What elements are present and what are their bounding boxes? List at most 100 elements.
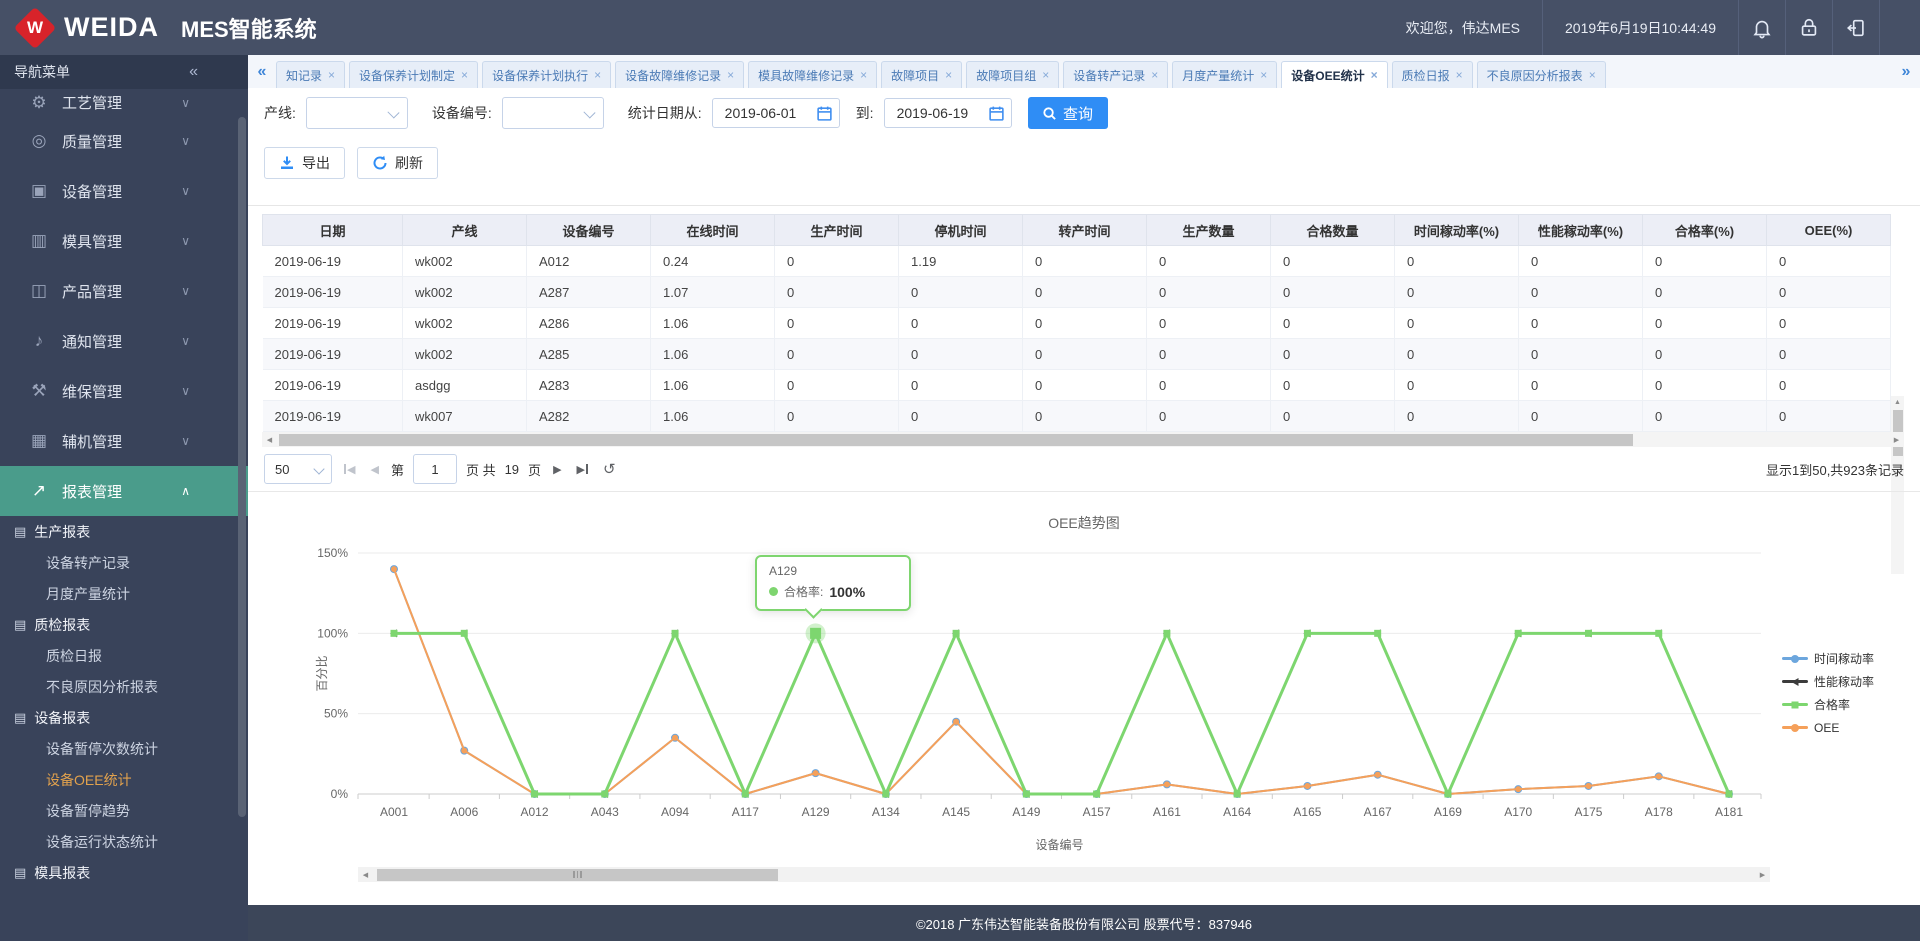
sidebar-item-设备OEE统计[interactable]: 设备OEE统计 (0, 764, 248, 795)
column-header-合格率(%)[interactable]: 合格率(%) (1642, 214, 1767, 246)
tab-scroll-right-icon[interactable]: » (1892, 63, 1920, 81)
tab-scroll-left-icon[interactable]: « (248, 63, 276, 81)
table-horizontal-scrollbar[interactable]: ◀ ▶ (262, 432, 1904, 447)
column-header-停机时间[interactable]: 停机时间 (898, 214, 1023, 246)
sidebar-item-质检日报[interactable]: 质检日报 (0, 640, 248, 671)
scroll-track[interactable] (277, 432, 1889, 447)
sidebar-item-不良原因分析报表[interactable]: 不良原因分析报表 (0, 671, 248, 702)
tab-close-icon[interactable]: × (1151, 68, 1158, 82)
page-number-input[interactable] (412, 454, 457, 484)
scroll-up-icon[interactable]: ▲ (1891, 396, 1904, 409)
pager-refresh-icon[interactable]: ↺ (600, 460, 619, 478)
date-to-field[interactable] (883, 98, 1012, 128)
tab-close-icon[interactable]: × (461, 68, 468, 82)
tab-close-icon[interactable]: × (1589, 68, 1596, 82)
column-header-生产数量[interactable]: 生产数量 (1146, 214, 1271, 246)
oee-trend-chart[interactable]: 0% 50% 100% 150% A001 A006 A012 A043 A094 A117 A12… (310, 535, 1810, 865)
sidebar-item-设备转产记录[interactable]: 设备转产记录 (0, 547, 248, 578)
tab-故障项目[interactable]: 故障项目 × (881, 61, 963, 88)
table-row[interactable]: 2019-06-19 wk002 A286 1.06 0 0 0 0 0 0 0 0 0 (262, 307, 1891, 339)
tab-close-icon[interactable]: × (727, 68, 734, 82)
tab-close-icon[interactable]: × (1260, 68, 1267, 82)
horizontal-scroll-thumb[interactable] (279, 433, 1634, 446)
page-size-select[interactable]: 50 (264, 454, 332, 484)
sidebar-group-模具报表[interactable]: ▤ 模具报表 (0, 857, 248, 888)
tab-设备保养计划制定[interactable]: 设备保养计划制定 × (349, 61, 479, 88)
date-from-input[interactable] (722, 104, 811, 122)
next-page-button[interactable]: ▶ (550, 463, 564, 476)
scroll-right-icon[interactable]: ▶ (1889, 436, 1904, 444)
tab-故障项目组[interactable]: 故障项目组 × (966, 61, 1060, 88)
sidebar-group-质检报表[interactable]: ▤ 质检报表 (0, 609, 248, 640)
table-row[interactable]: 2019-06-19 wk007 A282 1.06 0 0 0 0 0 0 0 0 0 (262, 400, 1891, 432)
horizontal-scroll-thumb[interactable] (377, 868, 778, 881)
column-header-性能稼动率(%)[interactable]: 性能稼动率(%) (1518, 214, 1643, 246)
refresh-button[interactable]: 刷新 (357, 147, 438, 179)
logout-icon[interactable] (1833, 0, 1879, 55)
device-select[interactable] (501, 97, 604, 129)
sidebar-item-报表管理[interactable]: ↗ 报表管理 ∧ (0, 466, 248, 516)
tab-质检日报[interactable]: 质检日报 × (1391, 61, 1473, 88)
sidebar-item-工艺管理[interactable]: ⚙ 工艺管理 ∨ (0, 89, 248, 116)
tab-设备转产记录[interactable]: 设备转产记录 × (1063, 61, 1169, 88)
tab-设备故障维修记录[interactable]: 设备故障维修记录 × (615, 61, 745, 88)
column-header-在线时间[interactable]: 在线时间 (650, 214, 775, 246)
tab-close-icon[interactable]: × (594, 68, 601, 82)
column-header-日期[interactable]: 日期 (262, 214, 403, 246)
legend-item-时间稼动率[interactable]: 时间稼动率 (1782, 647, 1874, 670)
sidebar-group-设备报表[interactable]: ▤ 设备报表 (0, 702, 248, 733)
tab-设备OEE统计[interactable]: 设备OEE统计 × (1281, 61, 1388, 88)
sidebar-item-设备运行状态统计[interactable]: 设备运行状态统计 (0, 826, 248, 857)
sidebar-item-通知管理[interactable]: ♪ 通知管理 ∨ (0, 316, 248, 366)
table-row[interactable]: 2019-06-19 asdgg A283 1.06 0 0 0 0 0 0 0 0 0 (262, 369, 1891, 401)
table-row[interactable]: 2019-06-19 wk002 A285 1.06 0 0 0 0 0 0 0 0 0 (262, 338, 1891, 370)
tab-close-icon[interactable]: × (1456, 68, 1463, 82)
sidebar-group-生产报表[interactable]: ▤ 生产报表 (0, 516, 248, 547)
tab-知记录[interactable]: 知记录 × (276, 61, 346, 88)
tab-不良原因分析报表[interactable]: 不良原因分析报表 × (1476, 61, 1606, 88)
date-to-input[interactable] (894, 104, 983, 122)
tab-close-icon[interactable]: × (1042, 68, 1049, 82)
column-header-合格数量[interactable]: 合格数量 (1270, 214, 1395, 246)
sidebar-item-模具管理[interactable]: ▥ 模具管理 ∨ (0, 216, 248, 266)
sidebar-item-维保管理[interactable]: ⚒ 维保管理 ∨ (0, 366, 248, 416)
column-header-OEE(%)[interactable]: OEE(%) (1766, 214, 1891, 246)
legend-item-OEE[interactable]: OEE (1782, 716, 1874, 739)
tab-close-icon[interactable]: × (1371, 68, 1378, 82)
sidebar-item-辅机管理[interactable]: ▦ 辅机管理 ∨ (0, 416, 248, 466)
sidebar-item-设备暂停次数统计[interactable]: 设备暂停次数统计 (0, 733, 248, 764)
legend-item-合格率[interactable]: 合格率 (1782, 693, 1874, 716)
scroll-left-icon[interactable]: ◀ (262, 436, 277, 444)
table-row[interactable]: 2019-06-19 wk002 A012 0.24 0 1.19 0 0 0 0 0 0 0 (262, 245, 1891, 277)
date-from-field[interactable] (711, 98, 840, 128)
tab-设备保养计划执行[interactable]: 设备保养计划执行 × (482, 61, 612, 88)
column-header-生产时间[interactable]: 生产时间 (774, 214, 899, 246)
column-header-时间稼动率(%)[interactable]: 时间稼动率(%) (1394, 214, 1519, 246)
legend-item-性能稼动率[interactable]: 性能稼动率 (1782, 670, 1874, 693)
sidebar-item-设备管理[interactable]: ▣ 设备管理 ∨ (0, 166, 248, 216)
scroll-track[interactable] (373, 867, 1755, 882)
sidebar-collapse-icon[interactable]: « (189, 63, 198, 81)
column-header-转产时间[interactable]: 转产时间 (1022, 214, 1147, 246)
lock-screen-icon[interactable] (1786, 0, 1832, 55)
tab-close-icon[interactable]: × (328, 68, 335, 82)
sidebar-item-月度产量统计[interactable]: 月度产量统计 (0, 578, 248, 609)
sidebar-item-产品管理[interactable]: ◫ 产品管理 ∨ (0, 266, 248, 316)
last-page-button[interactable]: ▶ (574, 463, 591, 476)
table-row[interactable]: 2019-06-19 wk002 A287 1.07 0 0 0 0 0 0 0 0 0 (262, 276, 1891, 308)
chart-horizontal-scrollbar[interactable]: ◀ ▶ (358, 867, 1770, 882)
prev-page-button[interactable]: ◀ (367, 463, 381, 476)
sidebar-item-设备暂停趋势[interactable]: 设备暂停趋势 (0, 795, 248, 826)
column-header-产线[interactable]: 产线 (402, 214, 527, 246)
export-button[interactable]: 导出 (264, 147, 345, 179)
tab-close-icon[interactable]: × (860, 68, 867, 82)
scroll-right-icon[interactable]: ▶ (1755, 871, 1770, 879)
first-page-button[interactable]: ◀ (341, 463, 358, 476)
sidebar-item-质量管理[interactable]: ◎ 质量管理 ∨ (0, 116, 248, 166)
column-header-设备编号[interactable]: 设备编号 (526, 214, 651, 246)
line-select[interactable] (305, 97, 408, 129)
search-button[interactable]: 查询 (1027, 97, 1108, 129)
scroll-left-icon[interactable]: ◀ (358, 871, 373, 879)
notification-bell-icon[interactable] (1739, 0, 1785, 55)
tab-月度产量统计[interactable]: 月度产量统计 × (1172, 61, 1278, 88)
